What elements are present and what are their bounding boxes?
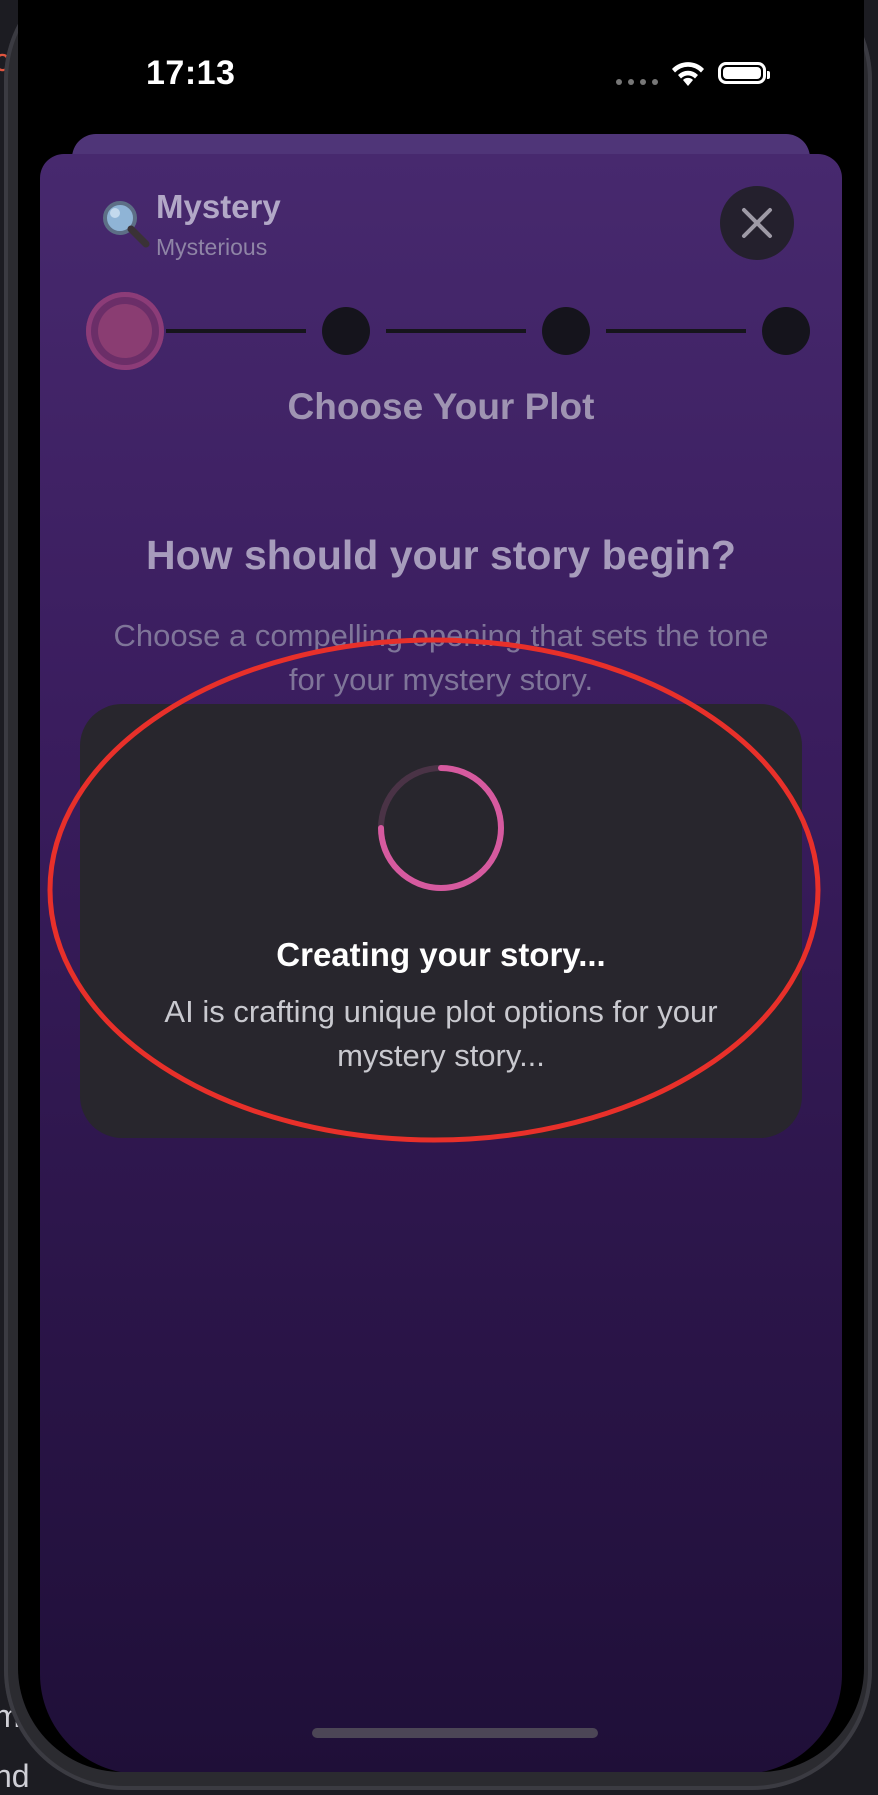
progress-connector (386, 329, 526, 333)
story-wizard-sheet: Mystery Mysterious Choose Your Plot How … (40, 154, 842, 1772)
loading-title: Creating your story... (276, 936, 606, 973)
phone-screen: 17:13 Mystery Mysterious Choose Your Plo… (18, 0, 864, 1772)
progress-connector (606, 329, 746, 333)
genre-title: Mystery (156, 188, 281, 225)
wifi-icon (670, 60, 706, 93)
progress-connector (166, 329, 306, 333)
progress-step-2 (322, 307, 370, 355)
question-description: Choose a compelling opening that sets th… (113, 618, 769, 697)
close-button[interactable] (720, 186, 794, 260)
loading-spinner (375, 762, 507, 899)
battery-icon (718, 62, 770, 84)
status-bar: 17:13 (18, 0, 864, 140)
close-icon (742, 208, 772, 238)
progress-step-1 (86, 292, 164, 370)
question-heading: How should your story begin? (146, 532, 736, 578)
magnifying-glass-icon (100, 198, 152, 255)
status-time: 17:13 (146, 54, 236, 92)
home-indicator (312, 1728, 598, 1738)
phone-frame: 17:13 Mystery Mysterious Choose Your Plo… (4, 0, 872, 1790)
loading-message: AI is crafting unique plot options for y… (164, 994, 718, 1073)
progress-step-3 (542, 307, 590, 355)
step-title: Choose Your Plot (287, 386, 595, 427)
background-text-fragment: nd (0, 1758, 30, 1794)
loading-card: Creating your story... AI is crafting un… (80, 704, 802, 1138)
genre-subtitle: Mysterious (156, 234, 268, 260)
progress-step-4 (762, 307, 810, 355)
cellular-signal-icon (616, 79, 658, 85)
